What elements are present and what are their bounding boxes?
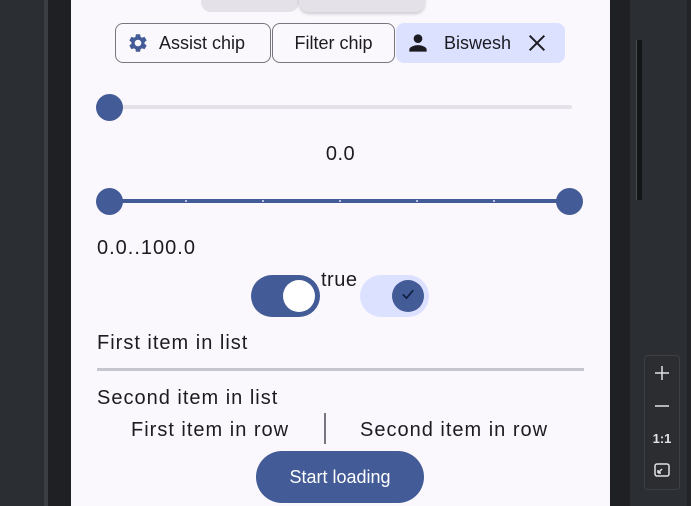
switch-2-thumb bbox=[392, 280, 424, 312]
range-slider-tick bbox=[416, 200, 418, 202]
input-chip[interactable]: Biswesh bbox=[396, 23, 565, 63]
switch-2[interactable] bbox=[360, 275, 429, 317]
device-side-button bbox=[636, 40, 642, 200]
close-icon[interactable] bbox=[526, 32, 548, 54]
editor-right-strip bbox=[687, 0, 691, 506]
list-divider bbox=[97, 368, 584, 371]
actual-size-button[interactable]: 1:1 bbox=[645, 422, 679, 454]
assist-chip-label: Assist chip bbox=[159, 32, 246, 53]
slider-value-label: 0.0 bbox=[325, 143, 356, 165]
range-slider-tick bbox=[493, 200, 495, 202]
minus-icon[interactable] bbox=[645, 390, 679, 422]
scrolled-elevated-button-partial[interactable] bbox=[299, 0, 425, 12]
device-bezel-left bbox=[44, 0, 71, 506]
scrolled-button-partial[interactable] bbox=[201, 0, 299, 12]
fit-screen-icon[interactable] bbox=[645, 454, 679, 486]
range-slider-tick bbox=[339, 200, 341, 202]
emulator-screen: Assist chip Filter chip Biswesh 0.0 0.0.… bbox=[71, 0, 610, 506]
filter-chip-label: Filter chip bbox=[294, 32, 373, 53]
row-divider bbox=[324, 413, 326, 444]
start-loading-button[interactable]: Start loading bbox=[256, 451, 424, 503]
range-slider-start-thumb[interactable] bbox=[96, 188, 123, 215]
device-bezel-right bbox=[610, 0, 630, 506]
range-slider-tick bbox=[262, 200, 264, 202]
gear-icon bbox=[127, 32, 149, 54]
row-item-first: First item in row bbox=[131, 419, 290, 441]
check-icon bbox=[399, 285, 417, 308]
slider-thumb[interactable] bbox=[96, 94, 123, 121]
range-slider-label: 0.0..100.0 bbox=[97, 237, 196, 259]
assist-chip[interactable]: Assist chip bbox=[115, 23, 271, 63]
slider-track[interactable] bbox=[121, 105, 572, 109]
plus-icon[interactable] bbox=[645, 357, 679, 389]
switch-state-label: true bbox=[321, 269, 358, 291]
range-slider-tick bbox=[185, 200, 187, 202]
list-item-second: Second item in list bbox=[97, 387, 279, 409]
row-item-second: Second item in row bbox=[360, 419, 549, 441]
zoom-controls-panel: 1:1 bbox=[644, 355, 680, 490]
filter-chip[interactable]: Filter chip bbox=[272, 23, 395, 63]
switch-1[interactable] bbox=[251, 275, 320, 317]
list-item-first: First item in list bbox=[97, 332, 249, 354]
range-slider-end-thumb[interactable] bbox=[556, 188, 583, 215]
input-chip-label: Biswesh bbox=[444, 32, 512, 53]
switch-1-thumb bbox=[283, 280, 315, 312]
device-bezel-left-edge bbox=[44, 0, 48, 506]
person-icon bbox=[405, 30, 431, 56]
